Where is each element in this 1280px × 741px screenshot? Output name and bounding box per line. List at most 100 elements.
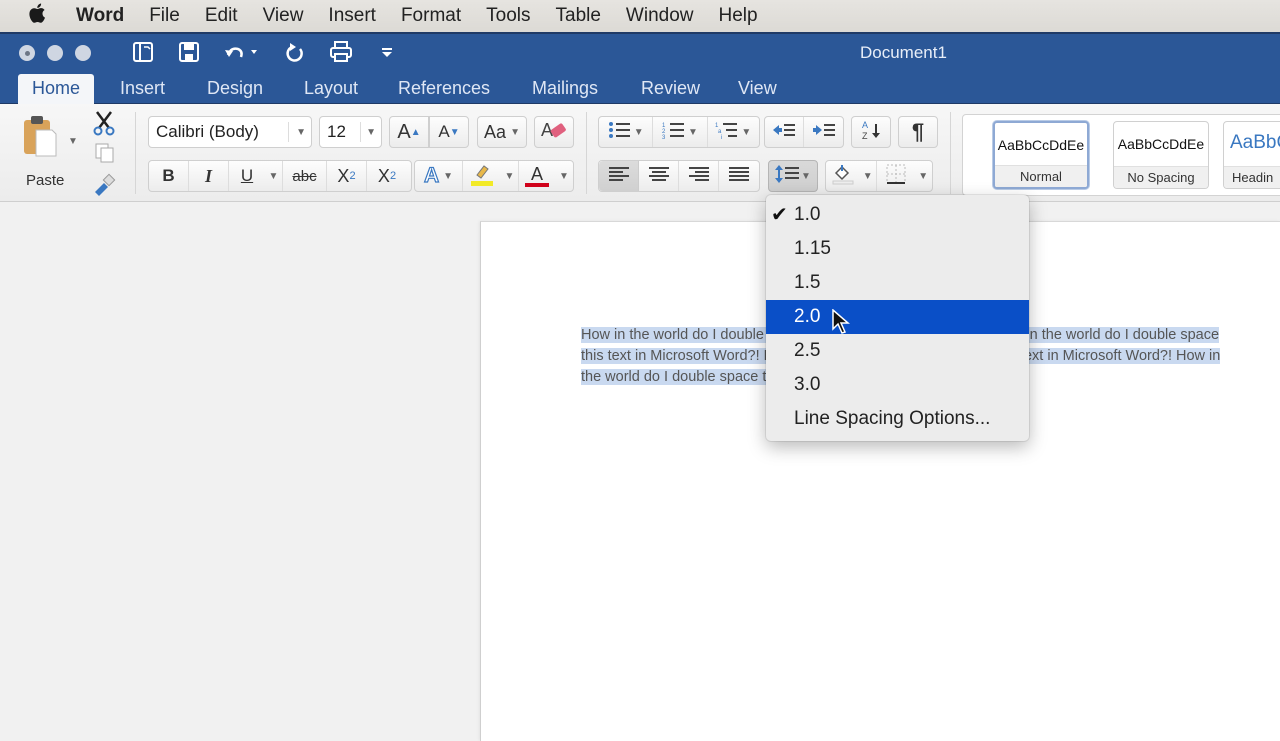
- minimize-window-button[interactable]: [47, 45, 63, 61]
- font-color-group: A ▼ ▼ A ▼: [414, 160, 574, 192]
- chevron-down-icon: ▼: [296, 126, 306, 138]
- svg-text:A: A: [862, 120, 868, 130]
- underline-button[interactable]: U: [229, 161, 265, 191]
- change-case-button[interactable]: Aa ▼: [477, 116, 527, 148]
- copy-icon[interactable]: [94, 142, 116, 169]
- apple-icon[interactable]: [28, 2, 50, 30]
- numbering-button[interactable]: 123 ▼: [653, 117, 708, 147]
- align-right-button[interactable]: [679, 161, 719, 191]
- zoom-window-button[interactable]: [75, 45, 91, 61]
- ribbon-separator: [586, 112, 587, 194]
- highlight-color-button[interactable]: [463, 161, 501, 191]
- paste-button[interactable]: ▼ Paste: [18, 112, 80, 189]
- italic-button[interactable]: I: [189, 161, 229, 191]
- sidebar-icon[interactable]: [130, 38, 156, 66]
- line-spacing-option-1-5[interactable]: 1.5: [766, 266, 1029, 300]
- strikethrough-button[interactable]: abc: [283, 161, 327, 191]
- tab-view[interactable]: View: [724, 74, 791, 104]
- font-color-swatch: [525, 183, 549, 187]
- line-spacing-button[interactable]: ▼: [768, 160, 818, 192]
- align-center-button[interactable]: [639, 161, 679, 191]
- clear-formatting-button[interactable]: A: [534, 116, 574, 148]
- increase-indent-button[interactable]: [804, 117, 843, 147]
- line-spacing-option-3-0[interactable]: 3.0: [766, 368, 1029, 402]
- align-left-button[interactable]: [599, 161, 639, 191]
- menu-word[interactable]: Word: [76, 5, 124, 27]
- tab-design[interactable]: Design: [193, 74, 277, 104]
- arrow-up-icon: ▲: [410, 126, 421, 138]
- tab-home[interactable]: Home: [18, 74, 95, 104]
- tab-insert[interactable]: Insert: [106, 74, 179, 104]
- grow-font-button[interactable]: A ▲: [389, 116, 429, 148]
- font-size-select[interactable]: 12 ▼: [319, 116, 382, 148]
- line-spacing-option-2-0[interactable]: 2.0: [766, 300, 1029, 334]
- shading-button[interactable]: [826, 161, 859, 191]
- customize-toolbar-icon[interactable]: [374, 38, 400, 66]
- superscript-button[interactable]: X2: [367, 161, 407, 191]
- save-icon[interactable]: [176, 38, 202, 66]
- text-effects-button[interactable]: A ▼: [415, 161, 463, 191]
- style-no-spacing[interactable]: AaBbCcDdEe No Spacing: [1113, 121, 1209, 189]
- font-name-select[interactable]: Calibri (Body) ▼: [148, 116, 312, 148]
- option-label: 1.15: [794, 238, 831, 259]
- justify-icon: [728, 166, 750, 187]
- document-canvas: How in the world do I double space this …: [0, 203, 1280, 741]
- tab-layout[interactable]: Layout: [290, 74, 372, 104]
- redo-icon[interactable]: [282, 38, 308, 66]
- underline-options-caret[interactable]: ▼: [265, 161, 283, 191]
- window-controls: [19, 45, 91, 61]
- sort-az-icon: AZ: [859, 118, 883, 147]
- highlight-options-caret[interactable]: ▼: [501, 161, 519, 191]
- align-left-icon: [608, 166, 630, 187]
- tab-review[interactable]: Review: [627, 74, 714, 104]
- font-name-value: Calibri (Body): [156, 122, 259, 141]
- line-spacing-option-1-15[interactable]: 1.15: [766, 232, 1029, 266]
- menu-view[interactable]: View: [263, 5, 304, 27]
- style-name: No Spacing: [1114, 166, 1208, 188]
- show-formatting-marks-button[interactable]: ¶: [898, 116, 938, 148]
- line-spacing-icon: [775, 164, 801, 189]
- style-sample: AaBbCcDdEe: [1117, 136, 1205, 152]
- print-icon[interactable]: [328, 38, 354, 66]
- menu-table[interactable]: Table: [556, 5, 601, 27]
- borders-button[interactable]: [877, 161, 914, 191]
- shrink-font-button[interactable]: A ▼: [429, 116, 469, 148]
- line-spacing-option-1-0[interactable]: ✔ 1.0: [766, 198, 1029, 232]
- format-painter-icon[interactable]: [92, 172, 116, 201]
- indent-group: [764, 116, 844, 148]
- text-effects-icon: A: [423, 163, 440, 187]
- decrease-indent-button[interactable]: [765, 117, 805, 147]
- menu-tools[interactable]: Tools: [486, 5, 530, 27]
- svg-text:Z: Z: [862, 131, 868, 141]
- bullets-button[interactable]: ▼: [599, 117, 654, 147]
- line-spacing-option-2-5[interactable]: 2.5: [766, 334, 1029, 368]
- option-label: 2.0: [794, 306, 821, 327]
- paste-options-caret[interactable]: ▼: [68, 136, 78, 147]
- window-title-bar: Document1: [0, 32, 1280, 70]
- tab-mailings[interactable]: Mailings: [518, 74, 612, 104]
- menu-file[interactable]: File: [149, 5, 180, 27]
- line-spacing-options-item[interactable]: Line Spacing Options...: [766, 402, 1029, 436]
- menu-insert[interactable]: Insert: [328, 5, 376, 27]
- font-color-options-caret[interactable]: ▼: [555, 161, 573, 191]
- bold-button[interactable]: B: [149, 161, 189, 191]
- font-color-button[interactable]: A: [519, 161, 555, 191]
- style-sample: AaBbCcDdEe: [997, 137, 1085, 153]
- close-window-button[interactable]: [19, 45, 35, 61]
- menu-help[interactable]: Help: [719, 5, 758, 27]
- menu-window[interactable]: Window: [626, 5, 694, 27]
- menu-edit[interactable]: Edit: [205, 5, 238, 27]
- menu-format[interactable]: Format: [401, 5, 461, 27]
- undo-icon[interactable]: [222, 38, 262, 66]
- borders-options-caret[interactable]: ▼: [914, 161, 932, 191]
- style-normal[interactable]: AaBbCcDdEe Normal: [993, 121, 1089, 189]
- tab-references[interactable]: References: [384, 74, 504, 104]
- subscript-button[interactable]: X2: [327, 161, 367, 191]
- cut-icon[interactable]: [92, 110, 116, 141]
- shading-options-caret[interactable]: ▼: [859, 161, 878, 191]
- sort-button[interactable]: AZ: [851, 116, 891, 148]
- style-heading[interactable]: AaBbC Headin: [1223, 121, 1280, 189]
- justify-button[interactable]: [719, 161, 759, 191]
- multilevel-list-button[interactable]: 1ai ▼: [708, 117, 759, 147]
- option-label: Line Spacing Options...: [794, 408, 991, 429]
